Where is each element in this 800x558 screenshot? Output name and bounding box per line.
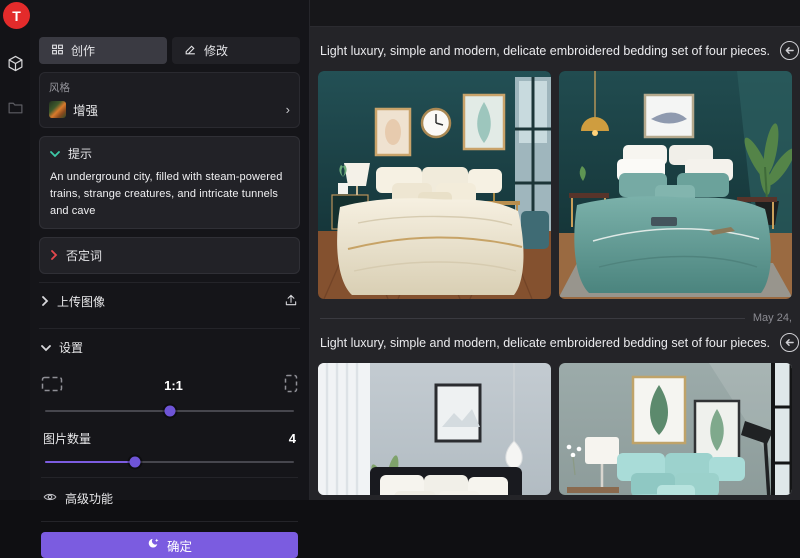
gallery-content[interactable]: Light luxury, simple and modern, delicat… [310, 27, 800, 495]
app-logo[interactable]: T [3, 2, 30, 29]
date-divider-line [320, 318, 745, 319]
generated-image[interactable] [318, 71, 551, 299]
generated-image[interactable] [318, 363, 551, 495]
aspect-ratio-slider[interactable] [45, 410, 294, 412]
eye-icon [43, 491, 57, 506]
moon-sparkle-icon [147, 537, 160, 553]
gallery-topbar [310, 0, 800, 27]
count-slider-thumb[interactable] [129, 457, 140, 468]
generated-image[interactable] [559, 363, 792, 495]
advanced-features-row[interactable]: 高级功能 [41, 477, 298, 519]
portrait-ratio-icon [284, 374, 298, 396]
gallery-main: Light luxury, simple and modern, delicat… [310, 0, 800, 500]
confirm-button[interactable]: 确定 [41, 532, 298, 558]
date-divider-label: May 24, [745, 312, 792, 324]
settings-header[interactable]: 设置 [39, 328, 300, 362]
generation-caption: Light luxury, simple and modern, delicat… [320, 44, 770, 58]
generated-image[interactable] [559, 71, 792, 299]
chevron-down-icon [41, 341, 51, 355]
negative-box[interactable]: 否定词 [39, 237, 300, 274]
style-section[interactable]: 风格 增强 › [39, 72, 300, 128]
chevron-down-icon [50, 147, 60, 161]
reuse-prompt-icon[interactable] [780, 41, 799, 60]
upload-icon[interactable] [284, 293, 298, 310]
landscape-ratio-icon [41, 376, 63, 395]
edit-icon [184, 43, 197, 59]
style-thumbnail [49, 101, 66, 118]
folder-icon[interactable] [7, 99, 24, 121]
advanced-features-label: 高级功能 [65, 490, 113, 507]
prompt-label: 提示 [68, 145, 92, 162]
generation-panel: 创作 修改 风格 增强 › 提示 An underground city, fi… [30, 0, 310, 500]
assets-cube-icon[interactable] [7, 55, 24, 77]
tab-modify-label: 修改 [204, 42, 228, 59]
image-count-label: 图片数量 [43, 430, 289, 447]
confirm-button-label: 确定 [167, 536, 192, 555]
prompt-box[interactable]: 提示 An underground city, filled with stea… [39, 136, 300, 229]
chevron-right-icon [50, 249, 58, 263]
aspect-ratio-value: 1:1 [63, 378, 284, 393]
mode-tabs: 创作 修改 [39, 37, 300, 64]
style-label: 风格 [49, 80, 290, 95]
upload-row[interactable]: 上传图像 [39, 282, 300, 320]
grid-icon [51, 43, 64, 59]
upload-label: 上传图像 [57, 293, 276, 310]
tab-create[interactable]: 创作 [39, 37, 167, 64]
settings-block: 1:1 图片数量 4 高级功能 [39, 362, 300, 558]
style-value: 增强 [73, 100, 279, 119]
tab-create-label: 创作 [71, 42, 95, 59]
image-count-value: 4 [289, 431, 296, 446]
prompt-input[interactable]: An underground city, filled with steam-p… [50, 169, 289, 220]
chevron-right-icon [41, 295, 49, 309]
chevron-right-icon: › [286, 102, 290, 117]
app-rail: T [0, 0, 30, 500]
negative-label: 否定词 [66, 247, 102, 264]
aspect-slider-thumb[interactable] [164, 406, 175, 417]
reuse-prompt-icon[interactable] [780, 333, 799, 352]
settings-label: 设置 [59, 339, 298, 356]
image-count-slider[interactable] [45, 461, 294, 463]
tab-modify[interactable]: 修改 [172, 37, 300, 64]
count-slider-fill [45, 461, 135, 463]
generation-caption: Light luxury, simple and modern, delicat… [320, 336, 770, 350]
